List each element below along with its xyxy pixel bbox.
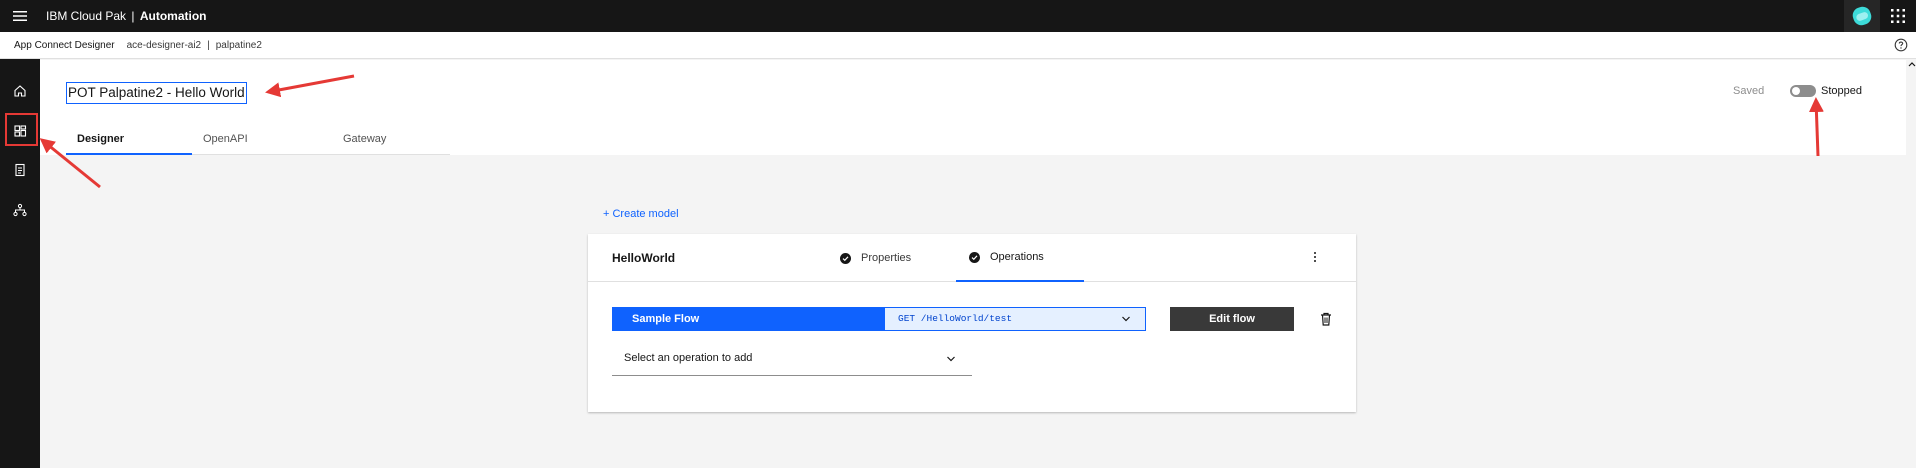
overflow-menu-icon[interactable] <box>1308 250 1322 264</box>
operation-value: GET /HelloWorld/test <box>898 313 1013 324</box>
top-header: IBM Cloud Pak | Automation <box>0 0 1916 32</box>
model-card: HelloWorld Properties Operations Sample … <box>588 234 1356 412</box>
breadcrumb-namespace: palpatine2 <box>215 39 262 51</box>
tab-properties[interactable]: Properties <box>828 234 956 282</box>
help-icon[interactable] <box>1894 38 1908 52</box>
hamburger-menu-icon[interactable] <box>0 0 40 32</box>
rail-item-hierarchy[interactable] <box>4 194 36 226</box>
tab-operations-label: Operations <box>990 251 1044 263</box>
save-status: Saved <box>1733 85 1765 97</box>
select-operation-placeholder: Select an operation to add <box>624 352 753 364</box>
flow-tabs: Designer OpenAPI Gateway <box>66 130 450 155</box>
app-name[interactable]: App Connect Designer <box>14 40 115 51</box>
highlight-box <box>5 113 38 146</box>
brand-name: IBM Cloud Pak <box>46 9 127 23</box>
product-brand[interactable]: IBM Cloud Pak | Automation <box>46 9 207 23</box>
sub-header: App Connect Designer ace-designer-ai2 | … <box>0 32 1916 59</box>
chevron-down-icon <box>1122 316 1130 322</box>
breadcrumb-separator: | <box>207 39 210 51</box>
tab-gateway[interactable]: Gateway <box>332 130 450 155</box>
start-stop-toggle[interactable] <box>1790 85 1816 97</box>
tab-designer[interactable]: Designer <box>66 130 192 155</box>
scrollbar[interactable] <box>1906 60 1916 468</box>
edit-flow-button[interactable]: Edit flow <box>1170 307 1294 331</box>
flow-operation-row: Sample Flow GET /HelloWorld/test <box>612 307 1146 331</box>
hierarchy-icon <box>13 203 27 217</box>
catalog-icon <box>15 163 25 177</box>
tab-operations[interactable]: Operations <box>956 234 1084 282</box>
create-model-link[interactable]: + Create model <box>603 208 679 220</box>
model-name: HelloWorld <box>612 251 676 265</box>
tab-properties-label: Properties <box>861 252 912 264</box>
flow-title-input[interactable]: POT Palpatine2 - Hello World <box>66 82 247 104</box>
tab-openapi[interactable]: OpenAPI <box>192 130 332 155</box>
avatar-icon[interactable] <box>1844 0 1880 32</box>
home-icon <box>14 85 26 97</box>
chevron-down-icon <box>947 356 955 362</box>
flow-name[interactable]: Sample Flow <box>613 308 885 330</box>
brand-separator: | <box>131 9 135 23</box>
checkmark-icon <box>840 252 851 264</box>
trash-icon[interactable] <box>1318 311 1334 327</box>
rail-item-catalog[interactable] <box>4 154 36 186</box>
brand-product: Automation <box>139 9 207 23</box>
select-operation-dropdown[interactable]: Select an operation to add <box>612 344 972 376</box>
model-card-header: HelloWorld Properties Operations <box>588 234 1356 282</box>
operation-dropdown[interactable]: GET /HelloWorld/test <box>885 308 1145 330</box>
breadcrumb-instance: ace-designer-ai2 <box>126 39 202 51</box>
toggle-state-label: Stopped <box>1821 85 1862 97</box>
rail-item-home[interactable] <box>4 75 36 107</box>
checkmark-icon <box>969 251 980 263</box>
app-switcher-icon[interactable] <box>1880 0 1916 32</box>
